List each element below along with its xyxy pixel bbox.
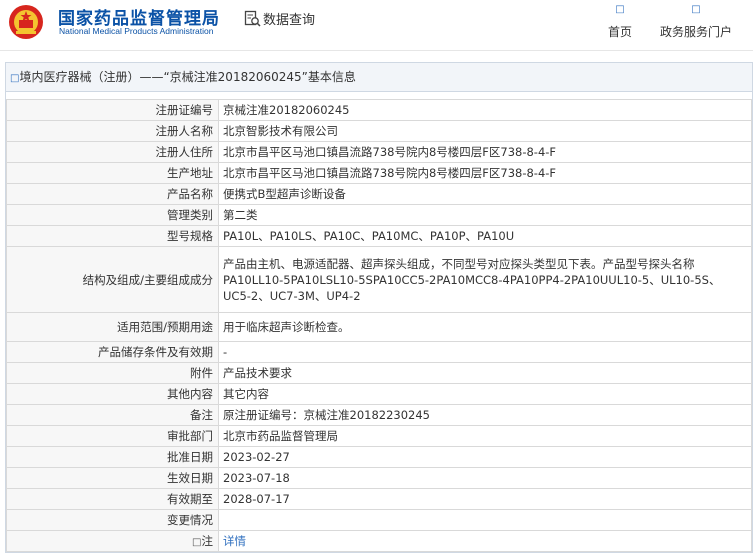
row-value — [218, 509, 752, 531]
table-row: 结构及组成/主要组成成分 产品由主机、电源适配器、超声探头组成，不同型号对应探头… — [6, 246, 752, 313]
row-value: 便携式B型超声诊断设备 — [218, 183, 752, 205]
info-table: 注册证编号 京械注准20182060245 注册人名称 北京智影技术有限公司 注… — [6, 99, 752, 552]
row-key: 型号规格 — [6, 225, 219, 247]
row-key: 管理类别 — [6, 204, 219, 226]
table-row: 型号规格 PA10L、PA10LS、PA10C、PA10MC、PA10P、PA1… — [6, 225, 752, 247]
row-key: 注册证编号 — [6, 99, 219, 121]
table-row: 备注 原注册证编号：京械注准20182230245 — [6, 404, 752, 426]
panel-heading-text: 境内医疗器械（注册）——“京械注准20182060245”基本信息 — [19, 70, 356, 84]
nav-gov-portal[interactable]: □ 政务服务门户 — [660, 5, 732, 40]
row-value: 京械注准20182060245 — [218, 99, 752, 121]
site-subtitle: National Medical Products Administration — [59, 26, 214, 36]
row-key: 有效期至 — [6, 488, 219, 510]
search-document-icon — [244, 10, 261, 27]
row-key: 生效日期 — [6, 467, 219, 489]
row-key: □注 — [6, 530, 219, 552]
table-row: 变更情况 — [6, 509, 752, 531]
row-key: 适用范围/预期用途 — [6, 312, 219, 342]
data-query-label: 数据查询 — [263, 12, 316, 28]
table-row: 产品名称 便携式B型超声诊断设备 — [6, 183, 752, 205]
row-value: 北京智影技术有限公司 — [218, 120, 752, 142]
table-row: 附件 产品技术要求 — [6, 362, 752, 384]
row-key: 生产地址 — [6, 162, 219, 184]
row-value: 2023-07-18 — [218, 467, 752, 489]
panel-heading: □境内医疗器械（注册）——“京械注准20182060245”基本信息 — [6, 63, 752, 92]
table-row: 批准日期 2023-02-27 — [6, 446, 752, 468]
row-value: 北京市药品监督管理局 — [218, 425, 752, 447]
nav-home[interactable]: □ 首页 — [608, 5, 632, 40]
table-row: 注册人住所 北京市昌平区马池口镇昌流路738号院内8号楼四层F区738-8-4-… — [6, 141, 752, 163]
row-value: 用于临床超声诊断检查。 — [218, 312, 752, 342]
row-key: 附件 — [6, 362, 219, 384]
table-row: 生效日期 2023-07-18 — [6, 467, 752, 489]
row-key: 注册人名称 — [6, 120, 219, 142]
row-value: 北京市昌平区马池口镇昌流路738号院内8号楼四层F区738-8-4-F — [218, 162, 752, 184]
table-row: 生产地址 北京市昌平区马池口镇昌流路738号院内8号楼四层F区738-8-4-F — [6, 162, 752, 184]
nav-home-label: 首页 — [608, 25, 633, 39]
row-key: 变更情况 — [6, 509, 219, 531]
row-value: 2023-02-27 — [218, 446, 752, 468]
row-key: 审批部门 — [6, 425, 219, 447]
table-row: 注册人名称 北京智影技术有限公司 — [6, 120, 752, 142]
row-key: 其他内容 — [6, 383, 219, 405]
table-row: 注册证编号 京械注准20182060245 — [6, 99, 752, 121]
detail-panel: □境内医疗器械（注册）——“京械注准20182060245”基本信息 注册证编号… — [5, 62, 753, 553]
data-query-link[interactable]: 数据查询 — [244, 8, 315, 28]
table-row: 管理类别 第二类 — [6, 204, 752, 226]
row-value: 2028-07-17 — [218, 488, 752, 510]
table-row: □注 详情 — [6, 530, 752, 552]
home-icon: □ — [615, 4, 625, 15]
row-key: 结构及组成/主要组成成分 — [6, 246, 219, 313]
note-icon: □ — [192, 537, 202, 548]
row-value: 北京市昌平区马池口镇昌流路738号院内8号楼四层F区738-8-4-F — [218, 141, 752, 163]
row-value: - — [218, 341, 752, 363]
table-row: 有效期至 2028-07-17 — [6, 488, 752, 510]
row-value: 产品由主机、电源适配器、超声探头组成，不同型号对应探头类型见下表。产品型号探头名… — [218, 246, 752, 313]
site-header: 国家药品监督管理局 National Medical Products Admi… — [0, 0, 753, 51]
row-value: 第二类 — [218, 204, 752, 226]
row-value: PA10L、PA10LS、PA10C、PA10MC、PA10P、PA10U — [218, 225, 752, 247]
row-value: 详情 — [218, 530, 752, 552]
nav-gov-label: 政务服务门户 — [660, 25, 733, 39]
row-key: 备注 — [6, 404, 219, 426]
row-key: 批准日期 — [6, 446, 219, 468]
row-key: 产品储存条件及有效期 — [6, 341, 219, 363]
row-value: 其它内容 — [218, 383, 752, 405]
table-row: 产品储存条件及有效期 - — [6, 341, 752, 363]
row-value: 产品技术要求 — [218, 362, 752, 384]
table-row: 适用范围/预期用途 用于临床超声诊断检查。 — [6, 312, 752, 342]
row-key: 注册人住所 — [6, 141, 219, 163]
note-key-label: 注 — [201, 534, 214, 548]
national-emblem-icon — [9, 5, 43, 39]
portal-icon: □ — [691, 4, 701, 15]
table-row: 审批部门 北京市药品监督管理局 — [6, 425, 752, 447]
row-key: 产品名称 — [6, 183, 219, 205]
table-row: 其他内容 其它内容 — [6, 383, 752, 405]
detail-link[interactable]: 详情 — [223, 534, 246, 548]
row-value: 原注册证编号：京械注准20182230245 — [218, 404, 752, 426]
